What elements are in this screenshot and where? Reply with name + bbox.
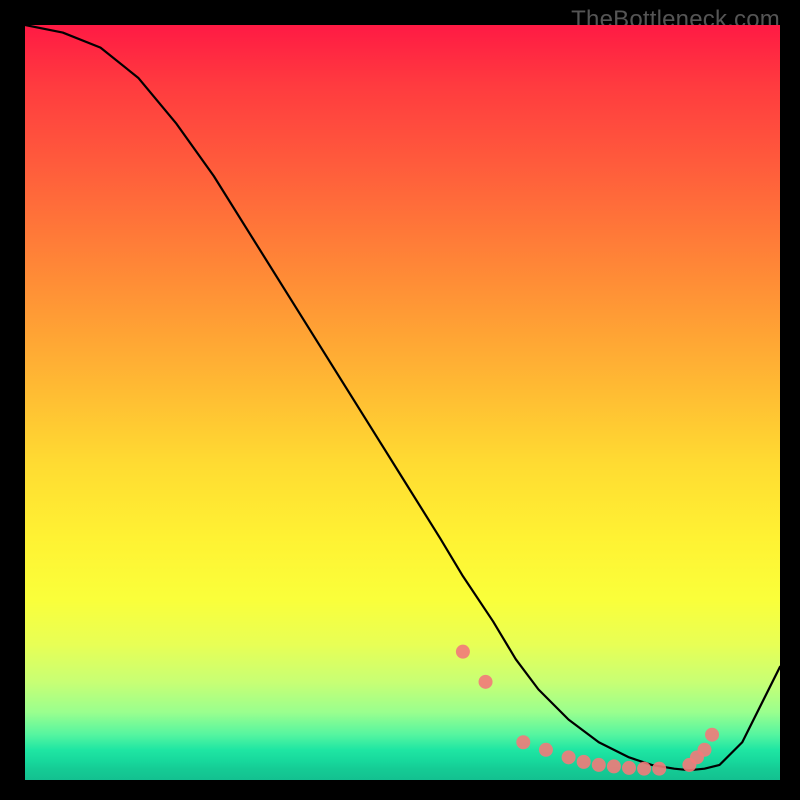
- chart-container: TheBottleneck.com: [0, 0, 800, 800]
- marker-dot: [652, 762, 666, 776]
- marker-dot: [562, 750, 576, 764]
- chart-svg: [25, 25, 780, 780]
- marker-dot: [637, 762, 651, 776]
- marker-dot: [479, 675, 493, 689]
- marker-dot: [705, 728, 719, 742]
- marker-dot: [592, 758, 606, 772]
- marker-dot: [622, 761, 636, 775]
- marker-dot: [539, 743, 553, 757]
- marker-dot: [516, 735, 530, 749]
- plot-area: [25, 25, 780, 780]
- marker-dot: [698, 743, 712, 757]
- marker-dot: [456, 645, 470, 659]
- marker-dot: [607, 759, 621, 773]
- marker-dot: [577, 755, 591, 769]
- marker-dots: [456, 645, 719, 776]
- bottleneck-curve: [25, 25, 780, 770]
